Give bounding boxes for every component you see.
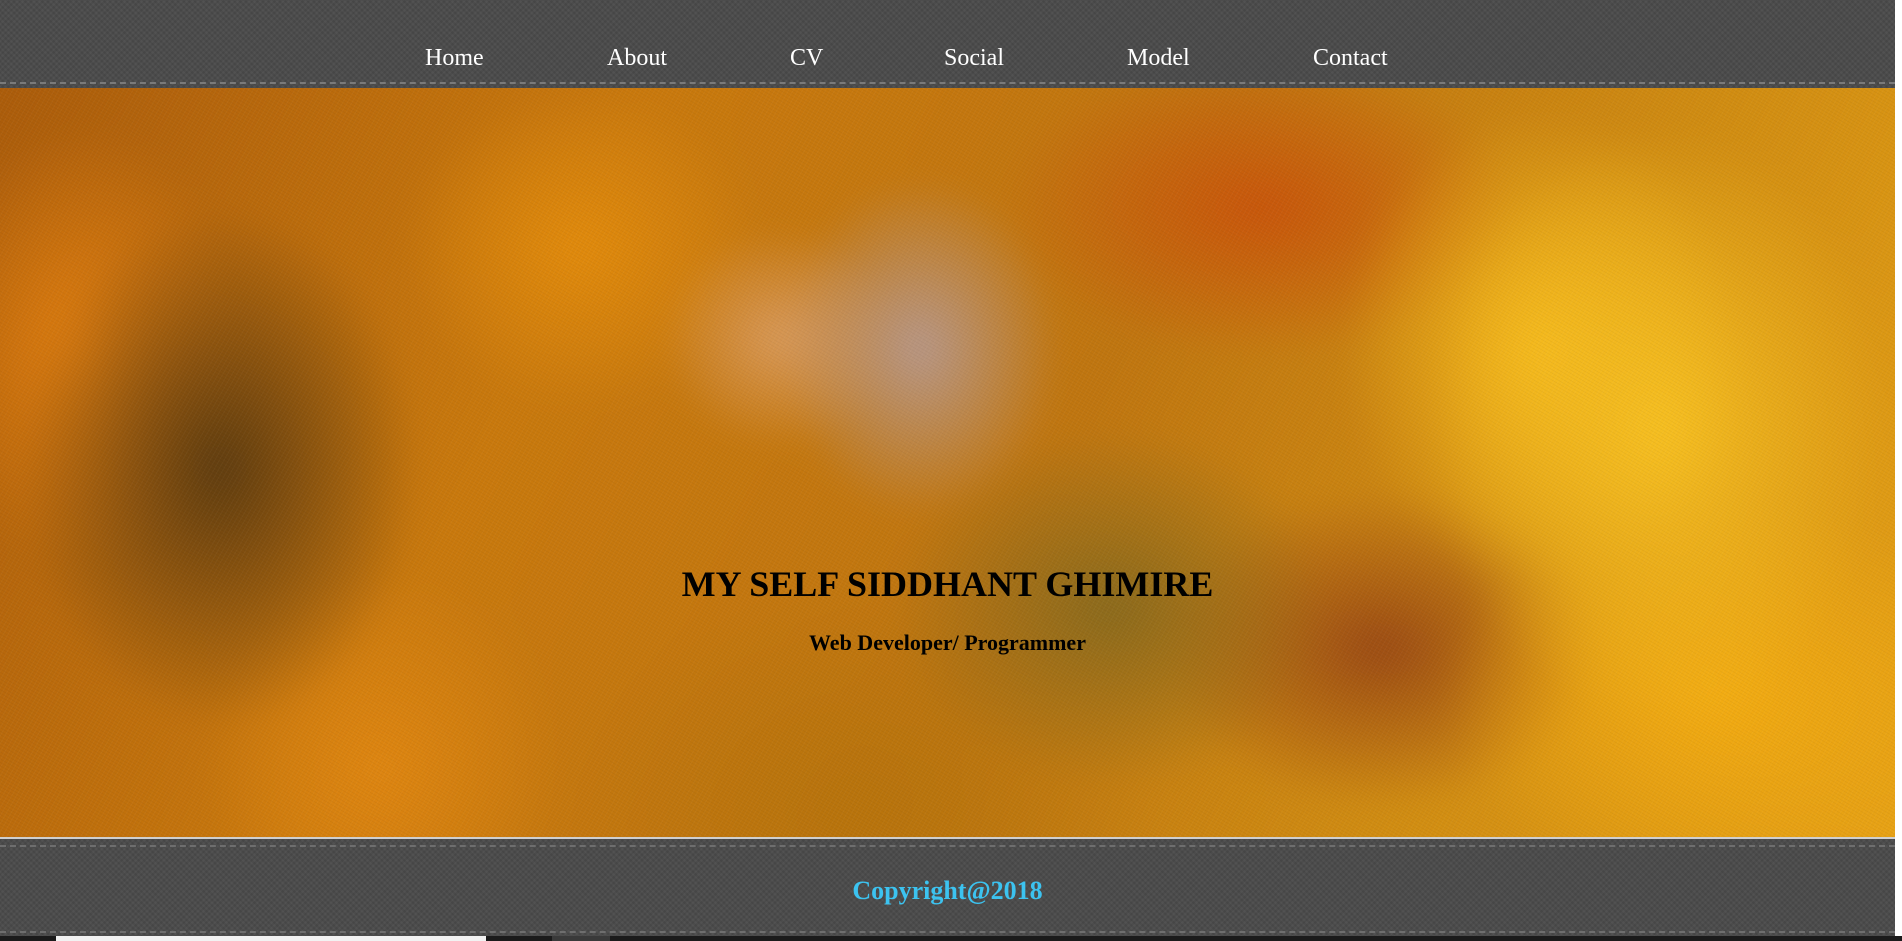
vertical-scrollbar-track[interactable]: [1895, 0, 1902, 941]
hero-banner: MY SELF SIDDHANT GHIMIRE Web Developer/ …: [0, 88, 1895, 839]
nav-item-contact[interactable]: Contact: [1313, 46, 1388, 70]
nav-item-home[interactable]: Home: [425, 46, 484, 70]
nav-item-social[interactable]: Social: [944, 46, 1004, 70]
hero-title: MY SELF SIDDHANT GHIMIRE: [681, 564, 1214, 604]
hero-subtitle: Web Developer/ Programmer: [809, 630, 1086, 655]
navbar: Home About CV Social Model Contact: [0, 0, 1895, 88]
horizontal-scrollbar-thumb[interactable]: [56, 936, 486, 941]
nav-menu: Home About CV Social Model Contact: [0, 0, 1895, 82]
scrollbar-marker: [552, 936, 610, 941]
nav-item-about[interactable]: About: [607, 46, 667, 70]
footer: Copyright@2018: [0, 839, 1895, 941]
hero-texture: [0, 88, 1895, 839]
page-content: Home About CV Social Model Contact MY SE…: [0, 0, 1895, 941]
copyright-text: Copyright@2018: [852, 876, 1043, 905]
nav-item-model[interactable]: Model: [1127, 46, 1190, 70]
page: Home About CV Social Model Contact MY SE…: [0, 0, 1902, 941]
nav-item-cv[interactable]: CV: [790, 46, 823, 70]
